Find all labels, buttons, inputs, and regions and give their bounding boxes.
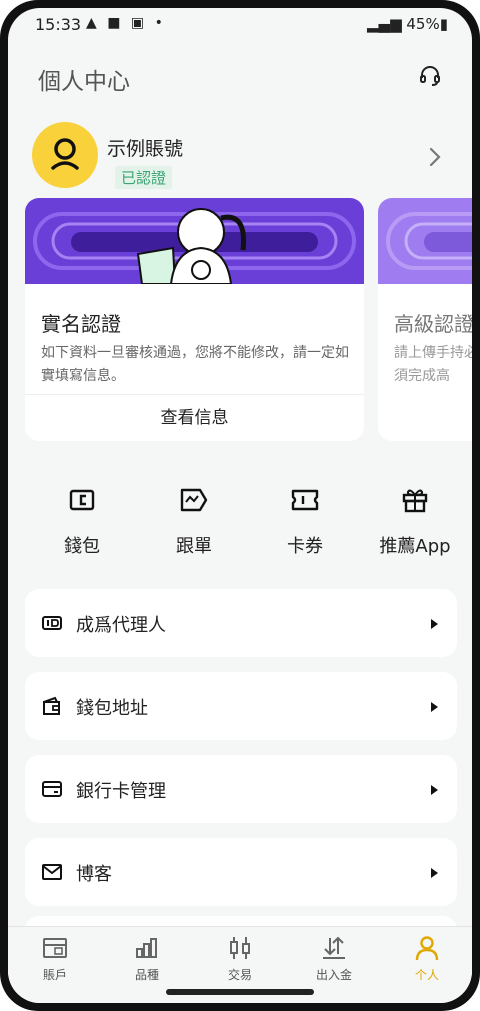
- copy-trade-icon: [180, 488, 208, 512]
- tab-personal[interactable]: 个人: [387, 935, 467, 983]
- verification-cards[interactable]: 實名認證 如下資料一旦審核通過，您將不能修改，請一定如實填寫信息。 查看信息 高…: [25, 198, 472, 448]
- advanced-verification-card[interactable]: 高級認證 請上傳手持必須完成高: [378, 198, 472, 441]
- card-title: 實名認證: [41, 312, 121, 336]
- account-name: 示例賬號: [107, 138, 184, 160]
- phone-frame: 15:33 ▲ ■ ▣ • ▂▄▆ 45%▮ 個人中心 示例賬號 已認證 實名認…: [0, 0, 480, 1011]
- card-title: 高級認證: [394, 312, 472, 336]
- menu-become-agent[interactable]: 成爲代理人: [25, 589, 457, 657]
- quick-refer-app[interactable]: 推薦App: [370, 486, 460, 576]
- arrow-right-icon: [431, 702, 438, 712]
- quick-wallet[interactable]: 錢包: [37, 486, 127, 576]
- arrow-right-icon: [431, 619, 438, 629]
- tab-label: 賬戶: [42, 968, 67, 982]
- tab-label: 个人: [414, 968, 439, 982]
- quick-actions: 錢包 跟單 卡券 推薦App: [32, 486, 462, 576]
- quick-label: 推薦App: [379, 536, 451, 557]
- menu-label: 錢包地址: [76, 698, 148, 719]
- headset-icon[interactable]: [418, 64, 442, 88]
- candlestick-icon: [230, 937, 250, 959]
- advanced-banner: [378, 198, 472, 284]
- chart-bars-icon: [136, 938, 157, 958]
- wallet-icon: [69, 489, 95, 511]
- menu-blog[interactable]: 博客: [25, 838, 457, 906]
- tab-label: 品種: [134, 968, 159, 982]
- battery-icon: ▮: [439, 15, 448, 33]
- real-name-banner: [25, 198, 364, 285]
- tab-deposit-withdraw[interactable]: 出入金: [294, 935, 374, 983]
- user-icon: [51, 138, 79, 170]
- card-description: 請上傳手持必須完成高: [394, 345, 472, 384]
- quick-label: 卡券: [287, 536, 323, 557]
- person-icon: [415, 936, 439, 961]
- view-info-button[interactable]: 查看信息: [25, 403, 364, 428]
- quick-label: 跟單: [176, 536, 212, 557]
- menu-label: 成爲代理人: [76, 615, 166, 636]
- page-title: 個人中心: [38, 69, 130, 95]
- arrow-right-icon: [431, 868, 438, 878]
- menu-bank-card[interactable]: 銀行卡管理: [25, 755, 457, 823]
- verified-badge: 已認證: [115, 166, 173, 189]
- bank-card-icon: [42, 781, 62, 797]
- home-indicator: [166, 989, 314, 995]
- battery-level: 45%: [406, 15, 440, 33]
- wallet-address-icon: [43, 696, 60, 715]
- quick-label: 錢包: [64, 536, 100, 557]
- status-right: ▂▄▆ 45%▮: [367, 15, 448, 33]
- deposit-icon: [323, 936, 345, 959]
- arrow-right-icon: [431, 785, 438, 795]
- menu-wallet-address[interactable]: 錢包地址: [25, 672, 457, 740]
- chevron-right-icon: [429, 147, 441, 167]
- menu-label: 博客: [76, 864, 112, 885]
- tab-label: 交易: [227, 968, 252, 982]
- coupon-icon: [291, 489, 319, 511]
- quick-coupon[interactable]: 卡券: [260, 486, 350, 576]
- tab-label: 出入金: [315, 968, 352, 982]
- tab-account[interactable]: 賬戶: [15, 935, 95, 983]
- status-time: 15:33: [35, 15, 82, 34]
- real-name-card[interactable]: 實名認證 如下資料一旦審核通過，您將不能修改，請一定如實填寫信息。 查看信息: [25, 198, 364, 441]
- profile-row[interactable]: 示例賬號 已認證: [32, 116, 452, 196]
- notification-icons: ▲ ■ ▣ •: [86, 15, 166, 31]
- quick-copy-trade[interactable]: 跟單: [149, 486, 239, 576]
- gift-icon: [402, 489, 428, 513]
- avatar: [32, 122, 98, 188]
- agent-icon: [42, 616, 62, 630]
- mail-icon: [42, 864, 62, 880]
- screen: 15:33 ▲ ■ ▣ • ▂▄▆ 45%▮ 個人中心 示例賬號 已認證 實名認…: [8, 8, 472, 1003]
- card-description: 如下資料一旦審核通過，您將不能修改，請一定如實填寫信息。: [41, 345, 349, 384]
- divider: [25, 394, 364, 395]
- status-bar: 15:33 ▲ ■ ▣ • ▂▄▆ 45%▮: [8, 8, 472, 42]
- signal-icon: ▂▄▆: [367, 15, 407, 33]
- tab-instruments[interactable]: 品種: [107, 935, 187, 983]
- account-icon: [43, 938, 67, 958]
- menu-label: 銀行卡管理: [76, 781, 166, 802]
- tab-trade[interactable]: 交易: [200, 935, 280, 983]
